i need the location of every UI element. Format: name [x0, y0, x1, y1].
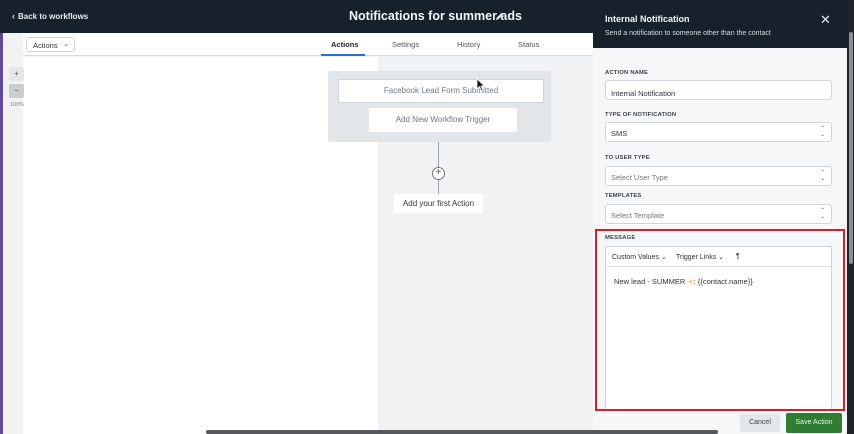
add-first-action-button[interactable]: Add your first Action [394, 194, 483, 213]
back-link-label: Back to workflows [18, 12, 89, 21]
bottom-strip [206, 430, 718, 434]
panel-subtitle: Send a notification to someone other tha… [605, 30, 771, 37]
save-action-button[interactable]: Save Action [786, 413, 842, 433]
select-arrows-icon: ⌃ ⌄ [819, 208, 825, 220]
chevron-down-icon: ⌄ [63, 41, 69, 48]
select-arrows-icon: ⌃ ⌄ [819, 126, 825, 138]
trigger-group: Facebook Lead Form Submitted Add New Wor… [328, 71, 551, 142]
zoom-level: 100% [10, 102, 25, 108]
action-name-input[interactable] [605, 80, 832, 100]
template-placeholder: Select Template [611, 211, 665, 220]
actions-dropdown[interactable]: Actions ⌄ [26, 37, 75, 52]
cancel-button[interactable]: Cancel [740, 414, 780, 432]
type-of-notification-label: TYPE OF NOTIFICATION [605, 112, 677, 118]
left-edge-strip [0, 33, 3, 434]
back-to-workflows-link[interactable]: ‹ Back to workflows [12, 11, 88, 21]
zoom-out-button[interactable]: − [9, 84, 24, 98]
user-type-placeholder: Select User Type [611, 173, 668, 182]
select-arrows-icon: ⌃ ⌄ [819, 170, 825, 182]
zoom-in-button[interactable]: + [9, 67, 24, 81]
message-highlight-box [595, 229, 845, 411]
actions-dropdown-label: Actions [33, 41, 58, 50]
notification-type-value: SMS [611, 129, 628, 138]
tab-history[interactable]: History [457, 40, 480, 49]
user-type-select[interactable]: Select User Type ⌃ ⌄ [605, 166, 832, 186]
add-trigger-button[interactable]: Add New Workflow Trigger [369, 108, 517, 132]
scrollbar-thumb[interactable] [849, 32, 853, 264]
close-icon[interactable]: ✕ [820, 12, 831, 28]
trigger-card[interactable]: Facebook Lead Form Submitted [338, 79, 544, 103]
active-tab-indicator [321, 54, 365, 56]
action-panel: Internal Notification Send a notificatio… [593, 0, 847, 434]
templates-label: TEMPLATES [605, 193, 642, 199]
tab-settings[interactable]: Settings [392, 40, 419, 49]
tab-actions[interactable]: Actions [331, 40, 359, 49]
panel-header: Internal Notification Send a notificatio… [593, 0, 847, 48]
add-action-icon[interactable]: + [432, 167, 445, 180]
mouse-cursor-icon [476, 78, 486, 92]
builder-tab-bar: Actions ⌄ Actions Settings History Statu… [23, 33, 593, 56]
chevron-left-icon: ‹ [12, 11, 15, 21]
canvas-surface [23, 57, 378, 434]
template-select[interactable]: Select Template ⌃ ⌄ [605, 204, 832, 224]
pencil-icon[interactable] [495, 11, 505, 21]
tab-status[interactable]: Status [518, 40, 539, 49]
to-user-type-label: TO USER TYPE [605, 155, 650, 161]
action-name-label: ACTION NAME [605, 70, 649, 76]
notification-type-select[interactable]: SMS ⌃ ⌄ [605, 122, 832, 142]
panel-title: Internal Notification [605, 14, 690, 24]
